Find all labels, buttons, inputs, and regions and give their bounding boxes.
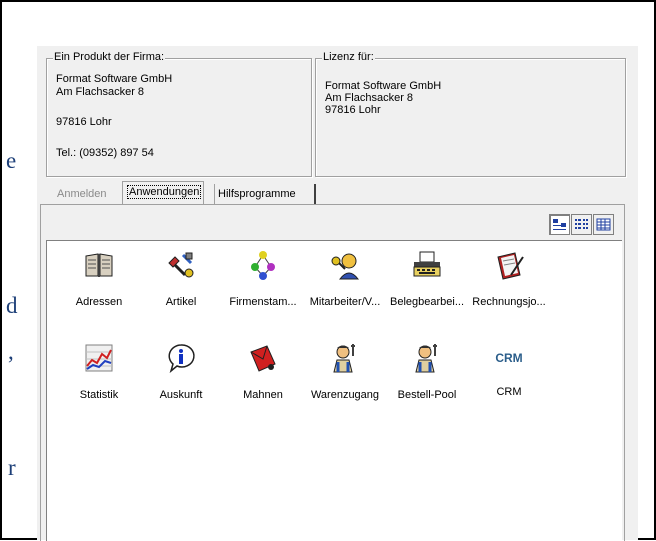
producer-group-title: Ein Produkt der Firma: — [53, 51, 166, 63]
address-book-icon — [85, 253, 113, 277]
list-view-icon — [575, 219, 588, 229]
app-label: Warenzugang — [310, 389, 380, 401]
app-label: Rechnungsjo... — [472, 296, 546, 308]
app-auskunft[interactable]: Auskunft — [140, 342, 222, 401]
license-city: 97816 Lohr — [325, 104, 381, 116]
app-mitarbeiter[interactable]: Mitarbeiter/V... — [304, 249, 386, 308]
app-label: Belegbearbei... — [390, 296, 464, 308]
app-label: CRM — [496, 386, 522, 398]
background-text-fragment: e — [6, 148, 17, 173]
app-label: Bestell-Pool — [397, 389, 457, 401]
app-bestell-pool[interactable]: Bestell-Pool — [386, 342, 468, 401]
license-company-name: Format Software GmbH — [325, 80, 442, 92]
app-label: Mahnen — [243, 389, 283, 401]
crm-text-icon: CRM — [495, 351, 523, 365]
producer-company-name: Format Software GmbH — [56, 73, 173, 85]
app-label: Mitarbeiter/V... — [309, 296, 381, 308]
dunning-letter-icon — [250, 345, 276, 372]
details-view-icon — [596, 218, 611, 231]
background-text-fragment: d — [6, 293, 18, 318]
app-label: Artikel — [165, 296, 197, 308]
license-street: Am Flachsacker 8 — [325, 92, 414, 104]
license-group-title: Lizenz für: — [322, 51, 375, 63]
worker-icon — [333, 344, 355, 373]
typewriter-icon — [413, 251, 441, 277]
producer-street: Am Flachsacker 8 — [56, 86, 145, 98]
tools-icon — [168, 252, 194, 278]
company-network-icon — [251, 251, 275, 280]
background-text-fragment: r — [8, 455, 16, 480]
large-icons-view-button[interactable] — [549, 214, 570, 235]
app-crm[interactable]: CRM CRM — [468, 342, 550, 398]
tab-anwendungen-label: Anwendungen — [127, 185, 202, 199]
license-group: Lizenz für: Format Software GmbH Am Flac… — [315, 51, 626, 177]
app-warenzugang[interactable]: Warenzugang — [304, 342, 386, 401]
app-label: Auskunft — [159, 389, 203, 401]
producer-group: Ein Produkt der Firma: Format Software G… — [46, 51, 312, 177]
app-rechnungsjournal[interactable]: Rechnungsjo... — [468, 249, 550, 308]
worker-icon — [415, 344, 437, 373]
info-icon — [168, 344, 195, 374]
app-label: Adressen — [75, 296, 123, 308]
app-statistik[interactable]: Statistik — [58, 342, 140, 401]
app-belegbearbeitung[interactable]: Belegbearbei... — [386, 249, 468, 308]
producer-phone: Tel.: (09352) 897 54 — [56, 147, 154, 159]
app-firmenstamm[interactable]: Firmenstam... — [222, 249, 304, 308]
app-mahnen[interactable]: Mahnen — [222, 342, 304, 401]
large-icons-view-icon — [553, 219, 566, 230]
details-view-button[interactable] — [593, 214, 614, 235]
tab-panel: Adressen Artikel Firmenstam... Mitarbeit… — [40, 204, 625, 541]
app-artikel[interactable]: Artikel — [140, 249, 222, 308]
application-list: Adressen Artikel Firmenstam... Mitarbeit… — [46, 240, 622, 541]
statistics-chart-icon — [85, 344, 113, 372]
background-text-fragment: , — [8, 339, 14, 364]
invoice-journal-icon — [497, 252, 524, 280]
list-view-button[interactable] — [571, 214, 592, 235]
employee-key-icon — [331, 253, 360, 280]
tab-hilfsprogramme[interactable]: Hilfsprogramme — [214, 184, 316, 204]
tab-anmelden-label: Anmelden — [57, 188, 107, 200]
view-mode-buttons — [548, 214, 614, 238]
producer-city: 97816 Lohr — [56, 116, 112, 128]
tab-strip: Anmelden Anwendungen Hilfsprogramme — [49, 181, 639, 205]
app-adressen[interactable]: Adressen — [58, 249, 140, 308]
app-label: Firmenstam... — [229, 296, 297, 308]
tab-hilfsprogramme-label: Hilfsprogramme — [218, 188, 296, 200]
app-label: Statistik — [79, 389, 119, 401]
tab-anwendungen[interactable]: Anwendungen — [122, 181, 205, 204]
application-window: Ein Produkt der Firma: Format Software G… — [37, 46, 639, 541]
tab-anmelden[interactable]: Anmelden — [57, 184, 107, 204]
